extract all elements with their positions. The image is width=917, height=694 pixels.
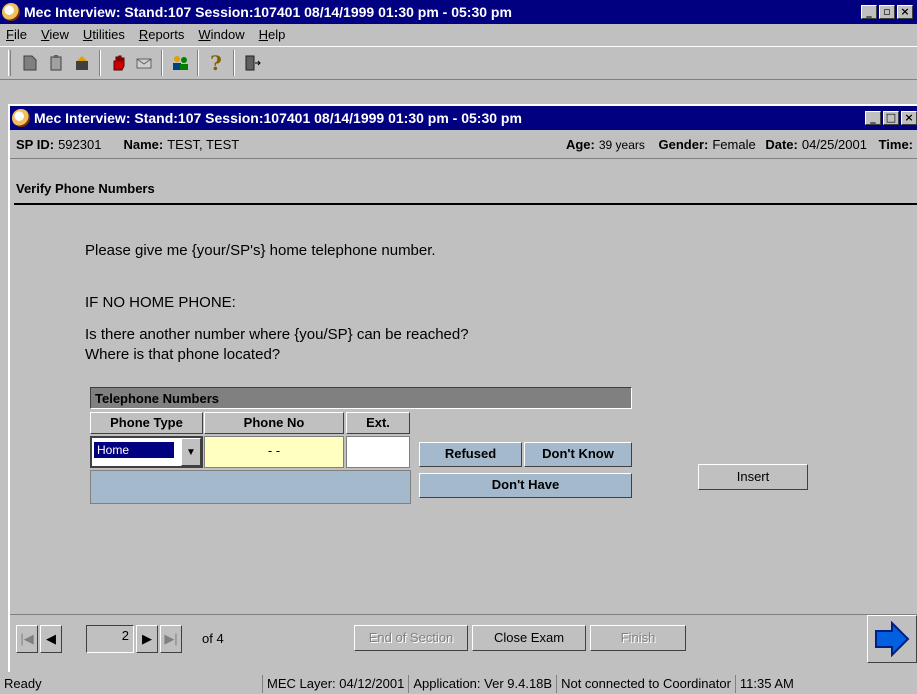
gender-value: Female — [712, 136, 756, 152]
sp-id-value: 592301 — [58, 136, 102, 152]
age-value: 39 years — [598, 137, 645, 152]
dont-know-button[interactable]: Don't Know — [524, 442, 632, 467]
toolbar-grip — [8, 50, 11, 76]
previous-page-icon[interactable]: ◀ — [40, 625, 62, 653]
new-icon[interactable] — [17, 50, 43, 76]
toolbar-separator — [197, 50, 199, 76]
name-value: TEST, TEST — [167, 136, 240, 152]
menu-window[interactable]: Window — [198, 27, 244, 42]
participant-info: SP ID: 592301 Name: TEST, TEST Age: 39 ye… — [16, 132, 917, 156]
phone-number-field[interactable]: - - — [204, 436, 344, 468]
gender-label: Gender: — [658, 136, 709, 152]
help-icon[interactable]: ? — [203, 50, 229, 76]
end-of-section-button[interactable]: End of Section — [354, 625, 468, 651]
question-line-1: Please give me {your/SP's} home telephon… — [85, 242, 436, 259]
insert-button[interactable]: Insert — [698, 464, 808, 490]
sp-id-label: SP ID: — [16, 136, 55, 152]
col-phone-no[interactable]: Phone No — [204, 412, 344, 434]
section-header: Verify Phone Numbers — [10, 158, 917, 205]
col-ext[interactable]: Ext. — [346, 412, 410, 434]
next-arrow-button[interactable] — [867, 615, 917, 663]
page-number-field[interactable]: 2 — [86, 625, 134, 653]
close-button[interactable]: × — [897, 5, 913, 19]
restore-button[interactable]: ▫ — [879, 5, 895, 19]
status-mec-layer: MEC Layer: 04/12/2001 — [262, 675, 408, 693]
status-application: Application: Ver 9.4.18B — [408, 675, 556, 693]
app-icon[interactable] — [2, 3, 20, 21]
exit-door-icon[interactable] — [239, 50, 265, 76]
col-phone-type[interactable]: Phone Type — [90, 412, 203, 434]
time-label: Time: — [878, 136, 913, 152]
status-ready: Ready — [4, 676, 42, 691]
menu-bar: File View Utilities Reports Window Help — [0, 24, 917, 44]
child-title: Mec Interview: Stand:107 Session:107401 … — [34, 110, 522, 126]
menu-reports[interactable]: Reports — [139, 27, 185, 42]
child-close-button[interactable]: × — [901, 111, 917, 125]
next-page-icon[interactable]: ▶ — [136, 625, 158, 653]
last-page-icon[interactable]: ▶| — [160, 625, 182, 653]
chevron-down-icon[interactable]: ▼ — [181, 438, 201, 466]
question-line-4: Where is that phone located? — [85, 346, 281, 363]
child-title-bar[interactable]: Mec Interview: Stand:107 Session:107401 … — [10, 106, 917, 130]
open-icon[interactable] — [69, 50, 95, 76]
status-time: 11:35 AM — [734, 675, 798, 693]
toolbar-separator — [99, 50, 101, 76]
child-minimize-button[interactable]: _ — [865, 111, 881, 125]
menu-file[interactable]: File — [6, 27, 27, 42]
child-maximize-button[interactable]: □ — [883, 111, 899, 125]
section-title: Verify Phone Numbers — [16, 181, 155, 196]
name-label: Name: — [123, 136, 164, 152]
menu-utilities[interactable]: Utilities — [83, 27, 125, 42]
grid-title: Telephone Numbers — [90, 387, 632, 409]
refused-button[interactable]: Refused — [419, 442, 522, 467]
status-connection: Not connected to Coordinator — [556, 675, 735, 693]
toolbar: ? — [0, 46, 917, 80]
first-page-icon[interactable]: |◀ — [16, 625, 38, 653]
navigation-bar: |◀ ◀ 2 ▶ ▶| of 4 End of Section Close Ex… — [10, 614, 917, 663]
toolbar-separator — [233, 50, 235, 76]
arrow-right-icon — [875, 621, 910, 657]
age-label: Age: — [565, 136, 595, 152]
question-line-2: IF NO HOME PHONE: — [85, 294, 236, 311]
clipboard-icon[interactable] — [43, 50, 69, 76]
date-label: Date: — [765, 136, 798, 152]
app-title-bar[interactable]: Mec Interview: Stand:107 Session:107401 … — [0, 0, 917, 24]
page-count: of 4 — [202, 631, 224, 646]
dont-have-button[interactable]: Don't Have — [419, 473, 632, 498]
child-app-icon[interactable] — [12, 109, 30, 127]
finish-button[interactable]: Finish — [590, 625, 686, 651]
close-exam-button[interactable]: Close Exam — [472, 625, 586, 651]
extension-field[interactable] — [346, 436, 410, 468]
mail-icon[interactable] — [131, 50, 157, 76]
stop-hand-icon[interactable] — [105, 50, 131, 76]
empty-phone-row[interactable] — [90, 470, 411, 504]
interview-window: Mec Interview: Stand:107 Session:107401 … — [8, 104, 917, 672]
phone-type-dropdown[interactable]: Home ▼ — [90, 436, 203, 468]
status-bar: Ready MEC Layer: 04/12/2001 Application:… — [0, 674, 917, 694]
people-icon[interactable] — [167, 50, 193, 76]
minimize-button[interactable]: _ — [861, 5, 877, 19]
question-line-3: Is there another number where {you/SP} c… — [85, 326, 469, 343]
date-value: 04/25/2001 — [801, 136, 867, 152]
app-title: Mec Interview: Stand:107 Session:107401 … — [24, 4, 512, 20]
phone-type-value: Home — [94, 442, 174, 458]
section-divider — [14, 203, 917, 205]
toolbar-separator — [161, 50, 163, 76]
menu-help[interactable]: Help — [259, 27, 286, 42]
menu-view[interactable]: View — [41, 27, 69, 42]
